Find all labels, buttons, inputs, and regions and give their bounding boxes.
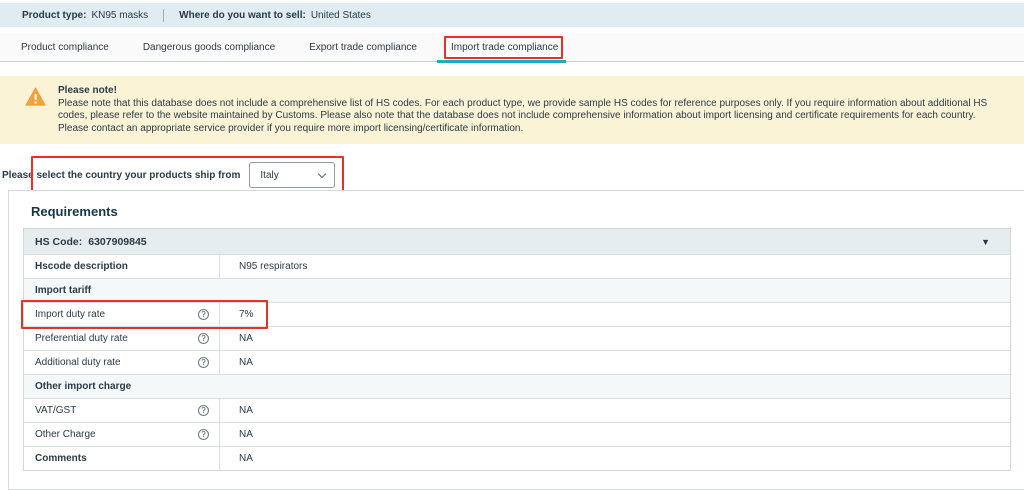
country-selected-value: Italy <box>260 170 278 181</box>
row-label: Preferential duty rate <box>35 333 128 344</box>
table-row: Hscode description N95 respirators <box>24 254 1010 278</box>
tab-label: Export trade compliance <box>309 42 417 53</box>
hs-code-header[interactable]: HS Code: 6307909845 ▼ <box>24 229 1010 254</box>
tab-label: Product compliance <box>21 42 109 53</box>
chevron-down-icon <box>318 169 326 177</box>
row-label: Comments <box>35 453 87 464</box>
section-label: Import tariff <box>24 279 91 302</box>
product-type-label: Product type: <box>22 10 86 21</box>
help-icon[interactable]: ? <box>198 357 209 368</box>
requirements-heading: Requirements <box>31 204 1024 219</box>
product-type-value: KN95 masks <box>91 10 148 21</box>
tab-import-trade-compliance[interactable]: Import trade compliance <box>451 42 558 53</box>
context-bar: Product type: KN95 masks Where do you wa… <box>0 3 1024 27</box>
row-value: N95 respirators <box>220 255 307 278</box>
row-label: Additional duty rate <box>35 357 121 368</box>
collapse-caret-icon[interactable]: ▼ <box>981 237 990 247</box>
row-label: VAT/GST <box>35 405 76 416</box>
context-divider <box>163 9 164 22</box>
help-icon[interactable]: ? <box>198 333 209 344</box>
warning-triangle-icon <box>25 85 46 144</box>
section-row: Other import charge <box>24 374 1010 398</box>
hs-code-value: 6307909845 <box>88 236 146 248</box>
row-label: Hscode description <box>35 261 128 272</box>
table-row: Preferential duty rate ? NA <box>24 326 1010 350</box>
requirements-table: HS Code: 6307909845 ▼ Hscode description … <box>23 228 1011 471</box>
row-value: NA <box>220 327 253 350</box>
table-row: Comments NA <box>24 446 1010 470</box>
help-icon[interactable]: ? <box>198 309 209 320</box>
warning-banner: Please note! Please note that this datab… <box>0 76 1024 144</box>
tab-product-compliance[interactable]: Product compliance <box>21 42 109 53</box>
table-row: Additional duty rate ? NA <box>24 350 1010 374</box>
tab-label: Dangerous goods compliance <box>143 42 275 53</box>
tab-export-trade-compliance[interactable]: Export trade compliance <box>309 42 417 53</box>
row-label: Other Charge <box>35 429 96 440</box>
row-value: NA <box>220 447 253 470</box>
tab-bar: Product compliance Dangerous goods compl… <box>0 33 1024 62</box>
notice-body: Please note that this database does not … <box>58 98 992 136</box>
hs-code-label: HS Code: <box>35 236 82 248</box>
section-row: Import tariff <box>24 278 1010 302</box>
help-icon[interactable]: ? <box>198 429 209 440</box>
section-label: Other import charge <box>24 375 131 398</box>
active-tab-underline <box>437 60 566 63</box>
tab-label: Import trade compliance <box>451 42 558 53</box>
table-row: Other Charge ? NA <box>24 422 1010 446</box>
row-value: NA <box>220 423 253 446</box>
tab-dangerous-goods-compliance[interactable]: Dangerous goods compliance <box>143 42 275 53</box>
row-label: Import duty rate <box>35 309 105 320</box>
ship-from-row: Please select the country your products … <box>2 160 335 190</box>
marketplace-label: Where do you want to sell: <box>179 10 306 21</box>
row-value: NA <box>220 399 253 422</box>
help-icon[interactable]: ? <box>198 405 209 416</box>
ship-from-label: Please select the country your products … <box>2 170 240 181</box>
row-value: NA <box>220 351 253 374</box>
table-row: VAT/GST ? NA <box>24 398 1010 422</box>
marketplace-value: United States <box>311 10 371 21</box>
country-select[interactable]: Italy <box>249 162 335 188</box>
table-row: Import duty rate ? 7% <box>24 302 1010 326</box>
row-value: 7% <box>220 303 253 326</box>
requirements-panel: Requirements HS Code: 6307909845 ▼ Hscode… <box>8 190 1024 490</box>
notice-title: Please note! <box>58 85 992 98</box>
